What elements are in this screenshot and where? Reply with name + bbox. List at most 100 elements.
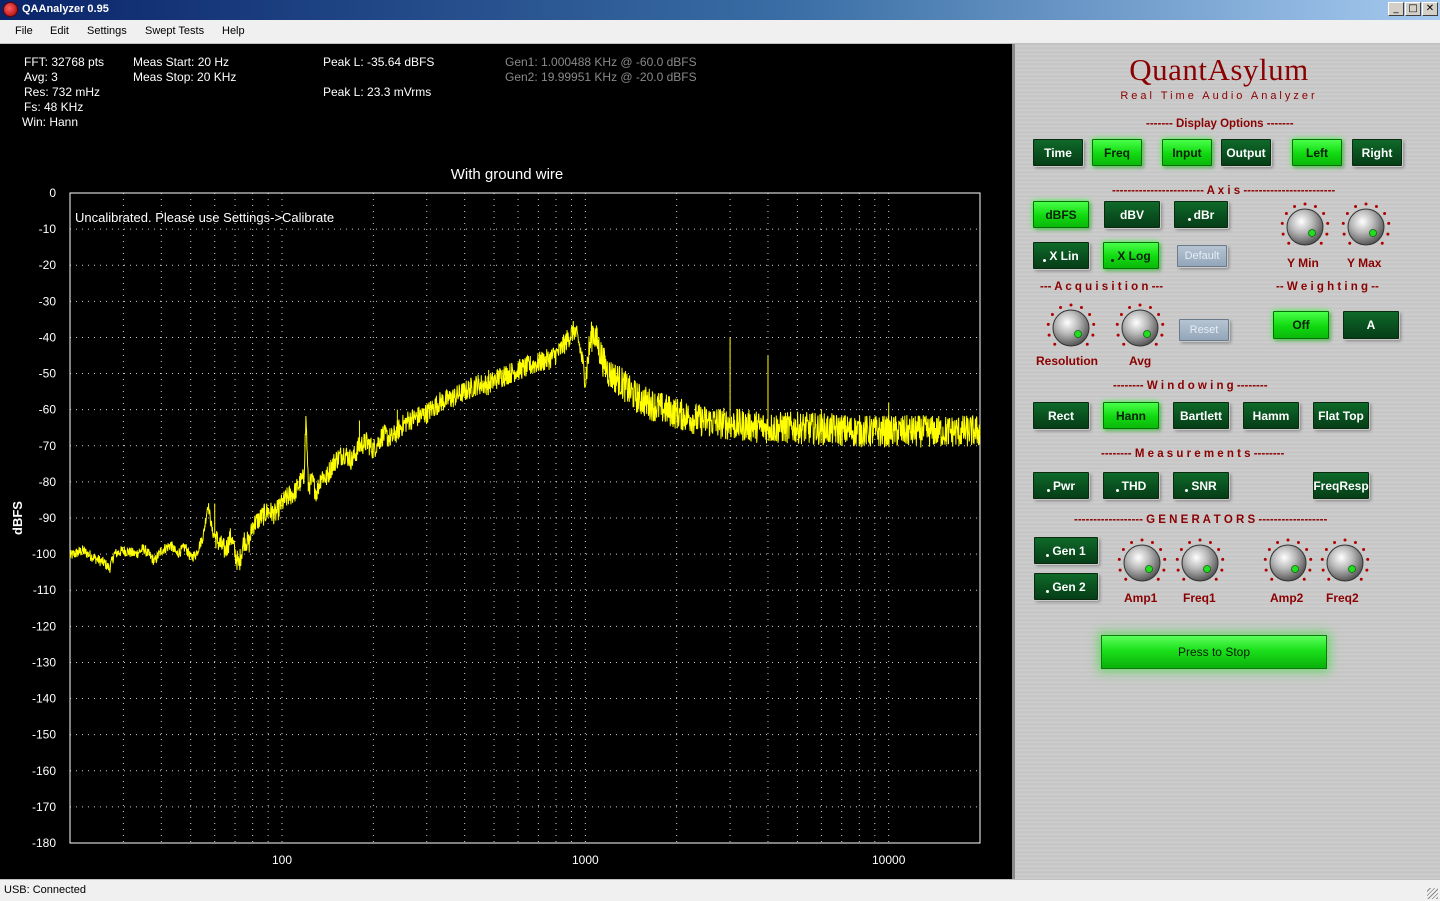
menu-settings[interactable]: Settings	[87, 25, 127, 37]
hamm-window-button[interactable]: Hamm	[1243, 402, 1299, 429]
freqresp-button[interactable]: FreqResp	[1313, 472, 1369, 499]
menu-swept-tests[interactable]: Swept Tests	[145, 25, 204, 37]
knob-body	[1052, 309, 1090, 347]
brand-name: QuantAsylum	[1129, 52, 1309, 87]
indicator-dot	[1187, 218, 1191, 221]
reset-button[interactable]: Reset	[1179, 319, 1229, 341]
x-log-button[interactable]: X Log	[1103, 242, 1159, 269]
usb-status: USB: Connected	[4, 884, 86, 896]
gen2-button[interactable]: Gen 2	[1034, 573, 1098, 600]
spectrum-trace-group	[69, 320, 981, 573]
maximize-button[interactable]: □	[1405, 2, 1421, 16]
y-axis-ticks: 0 -10 -20 -30 -40 -50 -60 -70 -80 -90 -100 -110 -120…	[32, 186, 56, 850]
y-tick-label: -130	[32, 655, 56, 669]
knob-tick	[1128, 306, 1132, 310]
knob-tick	[1362, 547, 1366, 551]
knob-tick	[1047, 333, 1051, 337]
knob-tick	[1148, 306, 1152, 310]
knob-tick	[1150, 541, 1154, 545]
knob-tick	[1342, 232, 1346, 236]
knob-tick	[1176, 568, 1180, 572]
resolution-label: Resolution	[1036, 354, 1098, 368]
right-channel-button[interactable]: Right	[1352, 139, 1402, 166]
input-button[interactable]: Input	[1162, 139, 1212, 166]
knob-tick	[1160, 333, 1164, 337]
pwr-label: Pwr	[1052, 478, 1075, 493]
close-button[interactable]: ✕	[1422, 2, 1438, 16]
knob-tick	[1366, 557, 1370, 561]
y-max-knob[interactable]	[1340, 201, 1392, 253]
y-tick-label: -150	[32, 728, 56, 742]
dbr-button[interactable]: dBr	[1174, 201, 1228, 228]
time-button[interactable]: Time	[1033, 139, 1083, 166]
left-channel-button[interactable]: Left	[1292, 139, 1342, 166]
knob-tick	[1050, 312, 1054, 316]
freq-button[interactable]: Freq	[1092, 139, 1142, 166]
snr-button[interactable]: SNR	[1173, 472, 1229, 499]
freq2-knob[interactable]	[1319, 537, 1371, 589]
knob-tick	[1305, 547, 1309, 551]
knob-tick	[1085, 342, 1089, 346]
x-lin-label: X Lin	[1049, 248, 1079, 263]
menu-help[interactable]: Help	[222, 25, 245, 37]
knob-indicator	[1308, 229, 1316, 237]
knob-tick	[1220, 568, 1224, 572]
dbv-button[interactable]: dBV	[1104, 201, 1160, 228]
weighting-a-button[interactable]: A	[1343, 311, 1399, 339]
default-button[interactable]: Default	[1177, 245, 1227, 267]
y-tick-label: -70	[39, 439, 57, 453]
knob-tick	[1309, 557, 1313, 561]
gen1-button[interactable]: Gen 1	[1034, 537, 1098, 564]
spectrum-chart[interactable]: 0 -10 -20 -30 -40 -50 -60 -70 -80 -90 -100 -110 -120…	[0, 44, 1012, 879]
knob-tick	[1365, 568, 1369, 572]
hann-window-button[interactable]: Hann	[1103, 402, 1159, 429]
weighting-off-button[interactable]: Off	[1273, 311, 1329, 339]
control-panel: QuantAsylum Real Time Audio Analyzer	[1012, 44, 1440, 879]
y-min-knob[interactable]	[1279, 201, 1331, 253]
snr-label: SNR	[1191, 478, 1217, 493]
minimize-button[interactable]: _	[1388, 2, 1404, 16]
knob-tick	[1287, 241, 1291, 245]
amp2-knob[interactable]	[1262, 537, 1314, 589]
amp1-knob[interactable]	[1116, 537, 1168, 589]
knob-tick	[1364, 202, 1368, 206]
knob-indicator	[1145, 565, 1153, 573]
y-tick-label: -20	[39, 258, 57, 272]
knob-tick	[1348, 241, 1352, 245]
knob-indicator	[1143, 330, 1151, 338]
thd-button[interactable]: THD	[1103, 472, 1159, 499]
menu-edit[interactable]: Edit	[50, 25, 69, 37]
resolution-knob[interactable]	[1045, 302, 1097, 354]
x-lin-button[interactable]: X Lin	[1033, 242, 1089, 269]
knob-body	[1286, 208, 1324, 246]
menu-file[interactable]: File	[15, 25, 33, 37]
knob-tick	[1116, 333, 1120, 337]
bartlett-window-button[interactable]: Bartlett	[1173, 402, 1229, 429]
knob-tick	[1293, 205, 1297, 209]
press-to-stop-button[interactable]: Press to Stop	[1101, 635, 1327, 669]
resize-grip-icon[interactable]	[1427, 888, 1438, 899]
title-bar: QAAnalyzer 0.95 _ □ ✕	[0, 0, 1440, 20]
knob-tick	[1380, 241, 1384, 245]
flat-top-window-button[interactable]: Flat Top	[1313, 402, 1369, 429]
output-button[interactable]: Output	[1221, 139, 1271, 166]
spectrum-trace	[69, 320, 981, 573]
knob-body	[1121, 309, 1159, 347]
knob-indicator	[1348, 565, 1356, 573]
display-options-heading: ------- Display Options -------	[1146, 118, 1294, 130]
y-tick-label: -160	[32, 764, 56, 778]
y-tick-label: -40	[39, 330, 57, 344]
avg-knob[interactable]	[1114, 302, 1166, 354]
knob-tick	[1325, 232, 1329, 236]
rect-window-button[interactable]: Rect	[1033, 402, 1089, 429]
y-tick-label: -140	[32, 692, 56, 706]
knob-tick	[1313, 205, 1317, 209]
dbfs-button[interactable]: dBFS	[1033, 201, 1089, 228]
dbr-label: dBr	[1193, 207, 1215, 222]
knob-tick	[1308, 568, 1312, 572]
gen2-label: Gen 2	[1052, 579, 1086, 594]
pwr-button[interactable]: Pwr	[1033, 472, 1089, 499]
freq1-knob[interactable]	[1174, 537, 1226, 589]
gen1-label: Gen 1	[1052, 543, 1086, 558]
y-tick-label: -120	[32, 619, 56, 633]
